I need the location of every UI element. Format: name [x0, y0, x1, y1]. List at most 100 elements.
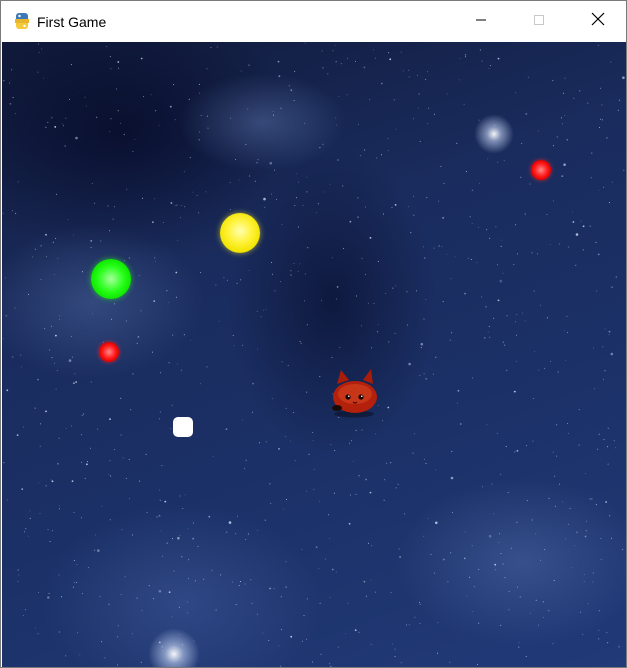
star: [169, 105, 172, 108]
star: [394, 648, 396, 650]
star: [423, 257, 426, 259]
star: [343, 247, 345, 249]
star: [473, 586, 475, 588]
star: [17, 181, 19, 183]
star: [513, 390, 516, 393]
star: [168, 362, 170, 364]
star: [155, 110, 157, 112]
star: [172, 334, 174, 336]
star: [330, 665, 332, 667]
star: [603, 379, 604, 380]
star: [55, 388, 57, 390]
star: [329, 663, 331, 665]
star: [408, 624, 410, 626]
star: [29, 517, 31, 519]
star: [240, 70, 242, 72]
star: [571, 567, 572, 569]
star: [491, 483, 493, 485]
star: [543, 368, 545, 370]
star: [442, 301, 444, 303]
star: [274, 290, 276, 292]
star: [423, 373, 425, 375]
star: [419, 603, 421, 605]
star: [413, 433, 415, 435]
star: [281, 361, 283, 363]
star: [11, 69, 13, 71]
star: [479, 49, 481, 51]
star: [503, 159, 505, 161]
star: [200, 114, 202, 116]
title-bar[interactable]: First Game: [1, 1, 626, 42]
minimize-button[interactable]: [452, 1, 510, 42]
star: [486, 424, 488, 426]
star: [51, 357, 53, 359]
star: [290, 635, 293, 638]
star: [47, 529, 49, 531]
maximize-button[interactable]: [510, 1, 568, 42]
star: [140, 310, 142, 312]
star: [320, 653, 322, 655]
star: [385, 293, 387, 294]
star: [327, 73, 329, 75]
star: [337, 159, 339, 161]
star: [543, 617, 545, 619]
star: [349, 220, 352, 223]
star: [306, 324, 308, 326]
star: [347, 602, 349, 604]
star: [298, 181, 300, 183]
star: [251, 602, 253, 604]
star: [299, 341, 301, 343]
star: [340, 63, 342, 65]
star: [280, 107, 282, 109]
star: [166, 542, 168, 544]
star: [118, 67, 119, 69]
star: [73, 560, 75, 561]
star: [328, 514, 330, 516]
star: [54, 362, 55, 364]
star: [200, 272, 201, 274]
star: [290, 89, 293, 92]
game-canvas[interactable]: [2, 42, 626, 667]
star: [537, 253, 538, 255]
star: [525, 113, 528, 115]
star: [130, 409, 132, 411]
star: [152, 351, 153, 353]
bright-star-top-right: [474, 114, 514, 154]
star: [25, 609, 26, 611]
star: [423, 246, 425, 248]
star: [256, 162, 258, 164]
star: [28, 535, 29, 537]
star: [207, 127, 209, 129]
star: [158, 589, 162, 593]
star: [361, 325, 363, 327]
star: [499, 279, 503, 283]
star: [59, 315, 61, 317]
star: [247, 533, 249, 535]
star: [82, 271, 83, 273]
star: [322, 143, 324, 145]
close-button[interactable]: [569, 1, 626, 42]
star: [575, 264, 577, 266]
star: [263, 309, 265, 311]
star: [364, 149, 366, 151]
star: [481, 60, 483, 62]
star: [199, 92, 201, 94]
star: [16, 434, 19, 436]
star: [108, 474, 110, 476]
star: [516, 334, 517, 336]
star: [419, 140, 421, 142]
star: [308, 453, 310, 455]
star: [58, 631, 60, 633]
star: [346, 94, 348, 96]
star: [206, 366, 208, 368]
star: [611, 181, 613, 183]
star: [198, 83, 200, 85]
star: [546, 317, 548, 319]
star: [269, 587, 271, 590]
star: [29, 510, 31, 512]
star: [73, 382, 75, 385]
star: [187, 601, 189, 603]
star: [315, 546, 318, 548]
star: [162, 555, 164, 557]
star: [198, 212, 200, 214]
